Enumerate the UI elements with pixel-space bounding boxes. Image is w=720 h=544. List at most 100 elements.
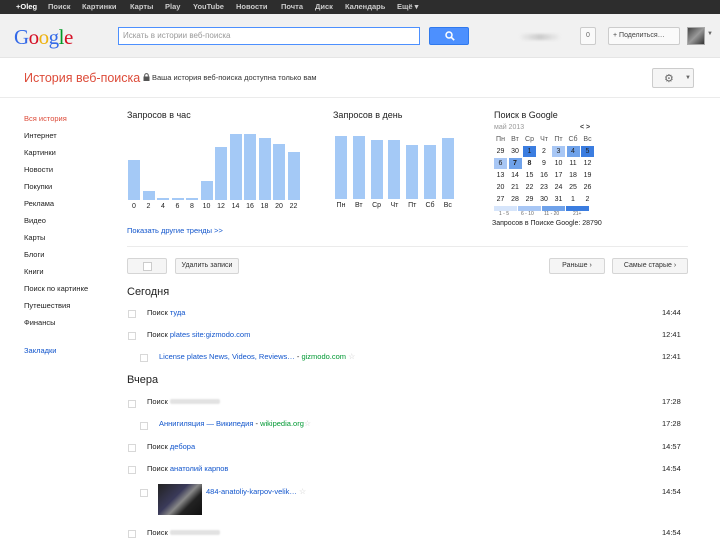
calendar-day[interactable]: 15 (523, 170, 536, 181)
gbar-search[interactable]: Поиск (48, 2, 71, 11)
star-icon[interactable]: ☆ (348, 352, 355, 361)
calendar-day[interactable]: 9 (538, 158, 551, 169)
sidebar-item-ads[interactable]: Реклама (24, 199, 54, 208)
row-checkbox[interactable] (128, 310, 136, 318)
gbar-youtube[interactable]: YouTube (193, 2, 224, 11)
calendar-day[interactable]: 13 (494, 170, 507, 181)
settings-button[interactable]: ⚙ ▼ (652, 68, 694, 88)
gbar-images[interactable]: Картинки (82, 2, 117, 11)
calendar-day[interactable]: 2 (538, 146, 551, 157)
calendar-day[interactable]: 30 (509, 146, 522, 157)
sidebar-item-maps[interactable]: Карты (24, 233, 45, 242)
gbar-calendar[interactable]: Календарь (345, 2, 385, 11)
calendar-day[interactable]: 3 (552, 146, 565, 157)
sidebar-item-finance[interactable]: Финансы (24, 318, 56, 327)
row-checkbox[interactable] (140, 354, 148, 362)
row-checkbox[interactable] (128, 530, 136, 538)
calendar-day[interactable]: 7 (508, 158, 522, 169)
calendar-day[interactable]: 26 (581, 182, 594, 193)
newer-button[interactable]: Раньше › (549, 258, 605, 274)
oldest-button[interactable]: Самые старые › (612, 258, 688, 274)
result-link[interactable]: Аннигиляция — Википедия (159, 419, 253, 428)
query-link[interactable]: дебора (170, 442, 195, 451)
sidebar-item-books[interactable]: Книги (24, 267, 44, 276)
row-checkbox[interactable] (128, 332, 136, 340)
row-prefix: Поиск (147, 397, 170, 406)
calendar-day[interactable]: 11 (567, 158, 580, 169)
calendar-day[interactable]: 5 (581, 146, 594, 157)
chevron-down-icon[interactable]: ▼ (707, 31, 713, 37)
row-checkbox[interactable] (140, 489, 148, 497)
calendar-day[interactable]: 18 (567, 170, 580, 181)
calendar-day[interactable]: 12 (581, 158, 594, 169)
calendar-day[interactable]: 20 (494, 182, 507, 193)
calendar-day[interactable]: 2 (581, 194, 594, 205)
calendar-day[interactable]: 10 (552, 158, 565, 169)
gbar-news[interactable]: Новости (236, 2, 267, 11)
gbar-play[interactable]: Play (165, 2, 180, 11)
sidebar-item-web[interactable]: Интернет (24, 131, 57, 140)
gbar-more[interactable]: Ещё ▾ (397, 2, 418, 11)
calendar-day[interactable]: 21 (509, 182, 522, 193)
search-button[interactable] (429, 27, 469, 45)
calendar-day[interactable]: 29 (494, 146, 507, 157)
page-title: История веб-поиска (24, 71, 141, 85)
video-thumbnail[interactable] (158, 484, 202, 515)
query-link[interactable]: туда (170, 308, 186, 317)
search-input[interactable]: Искать в истории веб-поиска (118, 27, 420, 45)
calendar-day[interactable]: 28 (509, 194, 522, 205)
calendar-day[interactable]: 4 (566, 146, 580, 157)
checkbox[interactable] (143, 262, 152, 271)
sidebar-item-images[interactable]: Картинки (24, 148, 56, 157)
share-button[interactable]: + Поделиться… (608, 27, 680, 45)
history-row: 484-anatoliy-karpov-velik… ☆ (206, 487, 306, 496)
gbar-mail[interactable]: Почта (281, 2, 303, 11)
avatar[interactable] (687, 27, 705, 45)
gbar-maps[interactable]: Карты (130, 2, 153, 11)
query-link[interactable]: анатолий карпов (170, 464, 229, 473)
star-icon[interactable]: ☆ (299, 487, 306, 496)
sidebar-item-video[interactable]: Видео (24, 216, 46, 225)
result-link[interactable]: License plates News, Videos, Reviews… (159, 352, 295, 361)
row-checkbox[interactable] (128, 466, 136, 474)
calendar-nav[interactable]: < > (580, 124, 590, 131)
result-link[interactable]: 484-anatoliy-karpov-velik… (206, 487, 297, 496)
chart-bar (441, 138, 454, 199)
star-icon[interactable]: ☆ (304, 419, 311, 428)
calendar-day[interactable]: 19 (581, 170, 594, 181)
calendar-day[interactable]: 24 (552, 182, 565, 193)
sidebar-item-bookmarks[interactable]: Закладки (24, 346, 56, 355)
delete-button[interactable]: Удалить записи (175, 258, 239, 274)
sidebar-item-travel[interactable]: Путешествия (24, 301, 70, 310)
query-link[interactable]: plates site:gizmodo.com (170, 330, 250, 339)
sidebar-item-all[interactable]: Вся история (24, 114, 67, 123)
calendar-day[interactable]: 29 (523, 194, 536, 205)
calendar-day[interactable]: 25 (567, 182, 580, 193)
sidebar-item-news[interactable]: Новости (24, 165, 53, 174)
more-trends-link[interactable]: Показать другие тренды >> (127, 226, 223, 235)
calendar-day[interactable]: 27 (494, 194, 507, 205)
notifications-count[interactable]: 0 (580, 27, 596, 45)
sidebar-item-blogs[interactable]: Блоги (24, 250, 44, 259)
sidebar-item-shopping[interactable]: Покупки (24, 182, 52, 191)
calendar-day[interactable]: 8 (523, 158, 536, 169)
row-checkbox[interactable] (128, 444, 136, 452)
gbar-drive[interactable]: Диск (315, 2, 333, 11)
row-checkbox[interactable] (140, 422, 148, 430)
calendar-day[interactable]: 17 (552, 170, 565, 181)
calendar-day[interactable]: 1 (523, 146, 536, 157)
tick-label: 14 (231, 203, 240, 210)
calendar-day[interactable]: 6 (494, 158, 507, 169)
calendar-day[interactable]: 23 (538, 182, 551, 193)
gbar-user[interactable]: +Oleg (16, 2, 37, 11)
select-all-checkbox[interactable] (127, 258, 167, 274)
calendar-day[interactable]: 16 (538, 170, 551, 181)
calendar-day[interactable]: 14 (509, 170, 522, 181)
row-checkbox[interactable] (128, 400, 136, 408)
calendar-day[interactable]: 22 (523, 182, 536, 193)
calendar-day[interactable]: 31 (552, 194, 565, 205)
sidebar-item-image-search[interactable]: Поиск по картинке (24, 284, 88, 293)
calendar-day[interactable]: 30 (538, 194, 551, 205)
google-logo[interactable]: Google (14, 25, 73, 50)
calendar-day[interactable]: 1 (567, 194, 580, 205)
